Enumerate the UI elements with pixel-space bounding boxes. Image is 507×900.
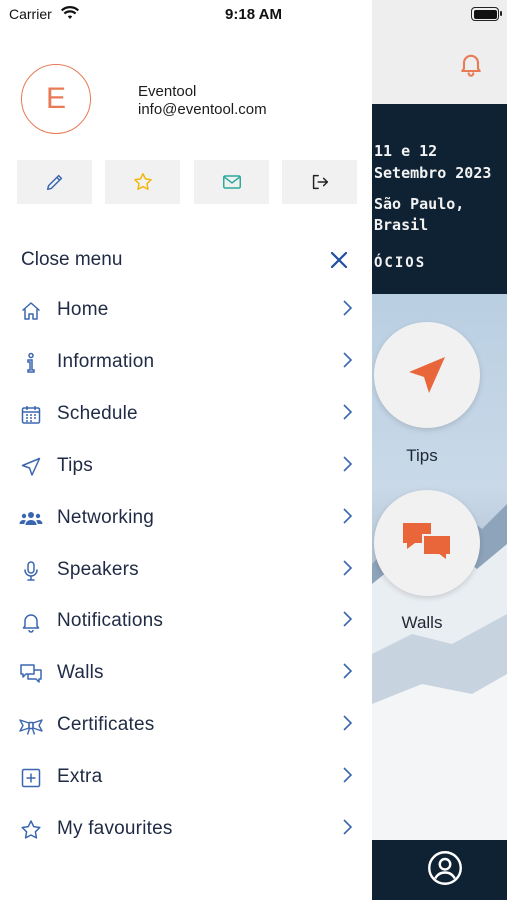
chevron-right-icon xyxy=(343,767,353,783)
background-scene: Tips Walls xyxy=(372,294,507,840)
menu-label: Information xyxy=(57,351,155,372)
logout-icon xyxy=(312,174,328,190)
chevron-right-icon xyxy=(343,560,353,576)
menu-label: Notifications xyxy=(57,610,164,631)
avatar[interactable]: E xyxy=(21,64,91,134)
banner-line: Brasil xyxy=(374,216,429,234)
calendar-icon xyxy=(21,406,41,424)
star-icon xyxy=(21,820,41,839)
menu-label: Certificates xyxy=(57,714,155,735)
plus-square-icon xyxy=(21,768,41,788)
menu-item-my-favourites[interactable]: My favourites xyxy=(0,805,372,855)
chat-icon xyxy=(20,664,42,683)
menu-item-schedule[interactable]: Schedule xyxy=(0,390,372,440)
menu-item-tips[interactable]: Tips xyxy=(0,442,372,492)
chevron-right-icon xyxy=(343,352,353,368)
menu-item-notifications[interactable]: Notifications xyxy=(0,597,372,647)
pencil-icon xyxy=(46,174,62,191)
edit-profile-button[interactable] xyxy=(17,160,92,204)
chat-icon xyxy=(403,523,452,563)
avatar-initial: E xyxy=(45,82,66,115)
menu-label: Walls xyxy=(57,662,104,683)
walls-tile[interactable] xyxy=(374,490,480,596)
microphone-icon xyxy=(24,561,38,581)
chevron-right-icon xyxy=(343,715,353,731)
user-email: info@eventool.com xyxy=(138,101,267,118)
menu-item-home[interactable]: Home xyxy=(0,286,372,336)
event-banner: 11 e 12 Setembro 2023 São Paulo, Brasil … xyxy=(372,104,507,294)
tile-label: Walls xyxy=(401,613,443,632)
banner-line: 11 e 12 xyxy=(374,142,438,160)
info-icon xyxy=(27,352,35,373)
menu-label: Tips xyxy=(57,455,93,476)
ribbon-icon xyxy=(19,719,43,735)
location-arrow-icon xyxy=(21,457,41,476)
menu-item-walls[interactable]: Walls xyxy=(0,649,372,699)
status-bar: Carrier 9:18 AM xyxy=(0,0,507,30)
tile-label: Tips xyxy=(406,446,438,465)
user-name: Eventool xyxy=(138,83,197,100)
tips-tile[interactable] xyxy=(374,322,480,428)
background-tabbar xyxy=(372,840,507,900)
menu-item-certificates[interactable]: Certificates xyxy=(0,701,372,751)
location-arrow-icon xyxy=(409,357,445,393)
chevron-right-icon xyxy=(343,819,353,835)
home-icon xyxy=(22,302,40,320)
menu-item-speakers[interactable]: Speakers xyxy=(0,546,372,596)
menu-item-extra[interactable]: Extra xyxy=(0,753,372,803)
menu-item-information[interactable]: Information xyxy=(0,338,372,388)
star-icon xyxy=(133,173,152,190)
banner-line: ÓCIOS xyxy=(374,255,427,271)
chevron-right-icon xyxy=(343,404,353,420)
menu-item-networking[interactable]: Networking xyxy=(0,494,372,544)
menu-label: Home xyxy=(57,299,109,320)
menu-label: My favourites xyxy=(57,818,173,839)
menu-label: Networking xyxy=(57,507,155,528)
close-menu-row[interactable]: Close menu xyxy=(0,241,372,279)
chevron-right-icon xyxy=(343,508,353,524)
logout-button[interactable] xyxy=(282,160,357,204)
chevron-right-icon xyxy=(343,456,353,472)
banner-line: São Paulo, xyxy=(374,195,465,213)
battery-icon xyxy=(471,7,502,21)
clock: 9:18 AM xyxy=(225,6,282,23)
messages-button[interactable] xyxy=(194,160,269,204)
bell-icon xyxy=(22,614,40,633)
envelope-icon xyxy=(222,175,241,189)
banner-line: Setembro 2023 xyxy=(374,164,492,182)
close-icon[interactable] xyxy=(329,250,349,270)
chevron-right-icon xyxy=(343,663,353,679)
menu-label: Extra xyxy=(57,766,103,787)
menu-label: Speakers xyxy=(57,559,139,580)
background-app: 11 e 12 Setembro 2023 São Paulo, Brasil … xyxy=(372,0,507,900)
user-circle-icon[interactable] xyxy=(427,850,463,886)
chevron-right-icon xyxy=(343,611,353,627)
people-icon xyxy=(19,512,43,525)
menu-label: Schedule xyxy=(57,403,138,424)
side-menu: E Eventool info@eventool.com Close menu … xyxy=(0,0,372,900)
bell-icon[interactable] xyxy=(457,50,485,78)
chevron-right-icon xyxy=(343,300,353,316)
close-menu-label: Close menu xyxy=(21,249,123,270)
favourites-button[interactable] xyxy=(105,160,180,204)
